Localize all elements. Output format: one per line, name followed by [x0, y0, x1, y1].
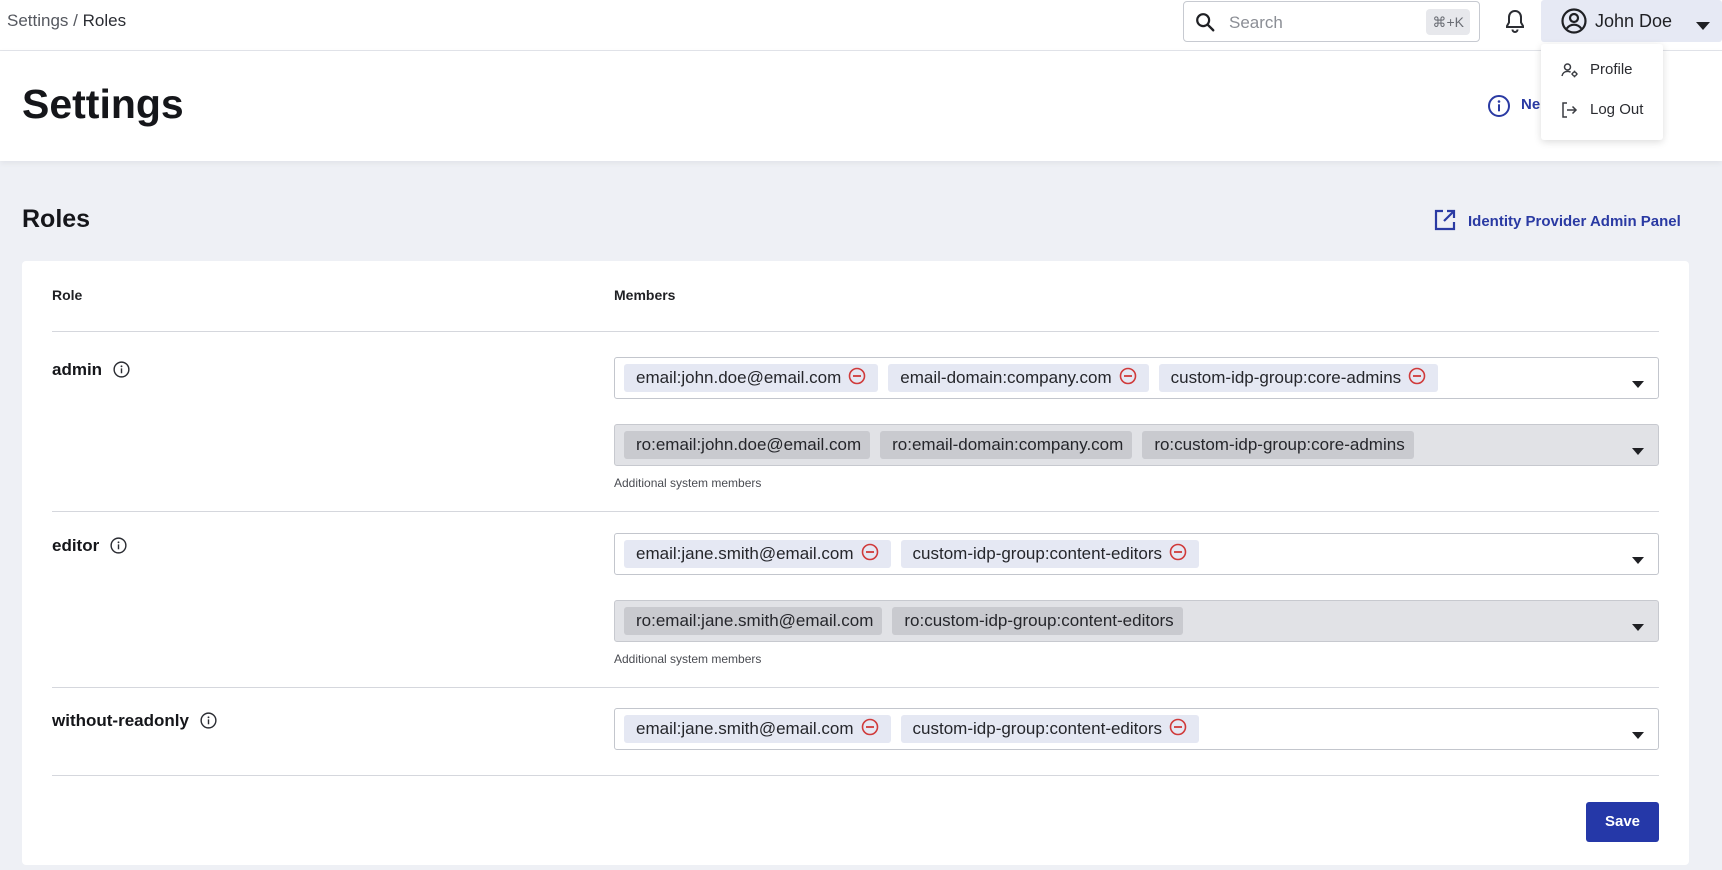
chevron-down-icon[interactable] [1632, 618, 1644, 636]
account-circle-icon [1561, 8, 1587, 39]
role-name-label: without-readonly [52, 711, 189, 730]
header-link-label: Ne [1521, 96, 1541, 113]
chevron-down-icon[interactable] [1632, 375, 1644, 393]
member-chip: email:jane.smith@email.com [624, 715, 891, 743]
user-settings-icon [1561, 62, 1579, 83]
roles-table-card: Role Members admin email:john.doe@email.… [22, 261, 1689, 865]
member-chip-label: email:jane.smith@email.com [636, 544, 854, 563]
remove-circle-icon[interactable] [861, 543, 879, 566]
role-name-label: editor [52, 536, 100, 555]
helper-text: Additional system members [614, 652, 762, 666]
identity-provider-admin-label: Identity Provider Admin Panel [1468, 213, 1681, 230]
info-icon [1487, 94, 1511, 123]
remove-circle-icon[interactable] [1169, 718, 1187, 741]
member-chip: custom-idp-group:content-editors [900, 540, 1200, 568]
open-in-new-icon [1434, 209, 1456, 236]
page-title: Settings [22, 81, 184, 127]
readonly-member-chip: ro:custom-idp-group:core-admins [1142, 431, 1414, 459]
divider [52, 687, 1659, 688]
info-icon[interactable] [200, 712, 217, 734]
top-bar: Settings / Roles Search ⌘+K John Doe [0, 0, 1722, 51]
chevron-down-icon [1696, 17, 1710, 35]
member-chip: email-domain:company.com [888, 364, 1149, 392]
column-header-members: Members [614, 287, 676, 303]
breadcrumb-settings[interactable]: Settings [7, 11, 68, 30]
column-header-role: Role [52, 287, 83, 303]
user-name: John Doe [1595, 11, 1673, 31]
breadcrumb: Settings / Roles [7, 11, 126, 31]
member-chip-label: custom-idp-group:content-editors [912, 719, 1163, 738]
search-input[interactable]: Search ⌘+K [1183, 1, 1480, 42]
search-placeholder: Search [1229, 13, 1283, 32]
user-dropdown-menu: Profile Log Out [1541, 44, 1663, 140]
role-name-label: admin [52, 360, 103, 379]
members-select-admin[interactable]: email:john.doe@email.com email-domain:co… [614, 357, 1659, 399]
member-chip: custom-idp-group:content-editors [900, 715, 1200, 743]
member-chip-label: email:john.doe@email.com [636, 368, 842, 387]
member-chip: email:jane.smith@email.com [624, 540, 891, 568]
system-members-select-editor[interactable]: ro:email:jane.smith@email.com ro:custom-… [614, 600, 1659, 642]
user-menu-button[interactable]: John Doe [1541, 0, 1722, 42]
member-chip: custom-idp-group:core-admins [1158, 364, 1439, 392]
menu-item-label: Profile [1590, 61, 1633, 78]
role-name-admin: admin [52, 360, 130, 383]
remove-circle-icon[interactable] [1408, 367, 1426, 390]
divider [52, 775, 1659, 776]
divider [52, 331, 1659, 332]
chevron-down-icon[interactable] [1632, 551, 1644, 569]
logout-icon [1561, 102, 1578, 123]
helper-text: Additional system members [614, 476, 762, 490]
member-chip-label: email-domain:company.com [900, 368, 1112, 387]
remove-circle-icon[interactable] [861, 718, 879, 741]
member-chip-label: custom-idp-group:core-admins [1170, 368, 1402, 387]
role-name-without-readonly: without-readonly [52, 711, 217, 734]
role-name-editor: editor [52, 536, 127, 559]
divider [52, 511, 1659, 512]
members-select-without-readonly[interactable]: email:jane.smith@email.com custom-idp-gr… [614, 708, 1659, 750]
menu-item-profile[interactable]: Profile [1541, 52, 1663, 88]
menu-item-label: Log Out [1590, 101, 1644, 118]
member-chip-label: email:jane.smith@email.com [636, 719, 854, 738]
remove-circle-icon[interactable] [1169, 543, 1187, 566]
readonly-member-chip: ro:custom-idp-group:content-editors [892, 607, 1183, 635]
remove-circle-icon[interactable] [1119, 367, 1137, 390]
search-shortcut-badge: ⌘+K [1426, 9, 1470, 35]
member-chip-label: custom-idp-group:content-editors [912, 544, 1163, 563]
readonly-member-chip: ro:email-domain:company.com [880, 431, 1133, 459]
breadcrumb-current: Roles [82, 11, 127, 30]
breadcrumb-separator: / [68, 11, 83, 30]
info-icon[interactable] [110, 537, 127, 559]
roles-section-title: Roles [22, 205, 91, 233]
remove-circle-icon[interactable] [848, 367, 866, 390]
save-button[interactable]: Save [1586, 802, 1659, 842]
page-header: Settings Ne [0, 51, 1722, 161]
chevron-down-icon[interactable] [1632, 442, 1644, 460]
menu-item-logout[interactable]: Log Out [1541, 92, 1663, 128]
system-members-select-admin[interactable]: ro:email:john.doe@email.com ro:email-dom… [614, 424, 1659, 466]
notifications-bell-icon[interactable] [1503, 8, 1527, 39]
info-icon[interactable] [113, 361, 130, 383]
readonly-member-chip: ro:email:john.doe@email.com [624, 431, 871, 459]
members-select-editor[interactable]: email:jane.smith@email.com custom-idp-gr… [614, 533, 1659, 575]
readonly-member-chip: ro:email:jane.smith@email.com [624, 607, 883, 635]
chevron-down-icon[interactable] [1632, 726, 1644, 744]
search-icon [1194, 11, 1216, 38]
member-chip: email:john.doe@email.com [624, 364, 879, 392]
